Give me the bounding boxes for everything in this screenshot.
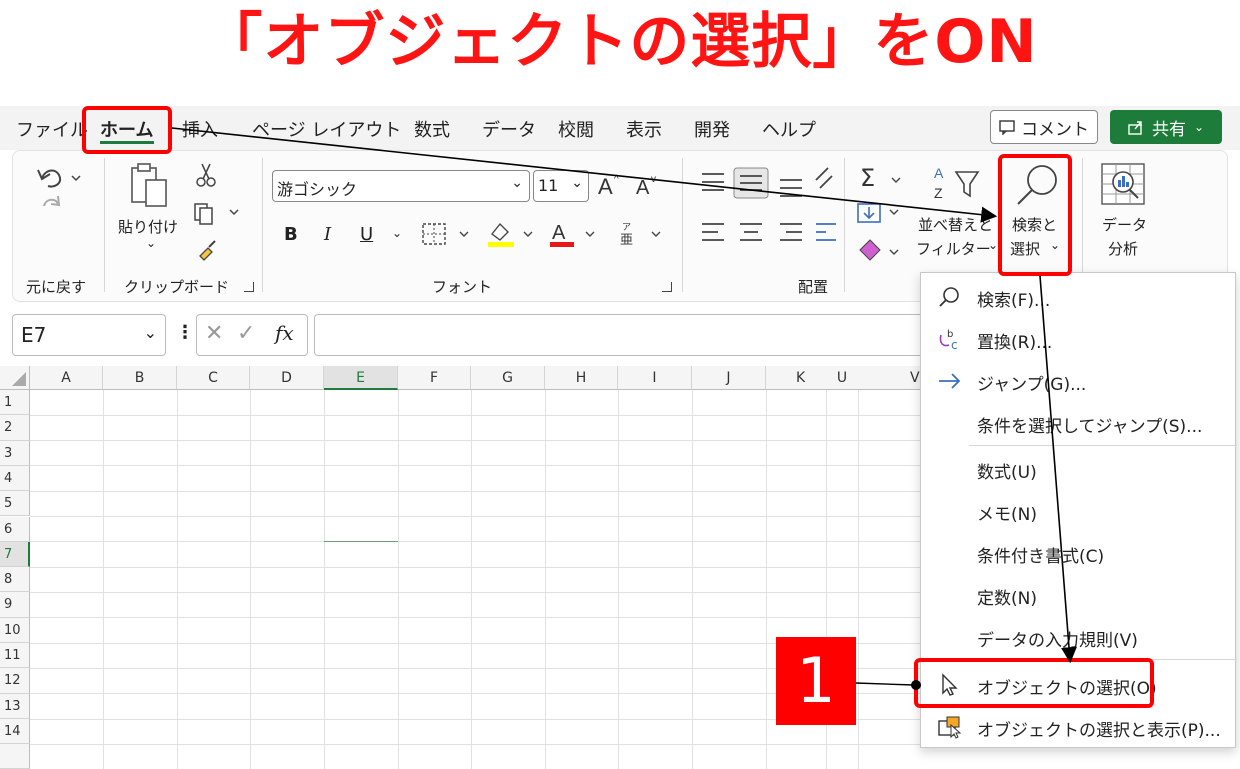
annotation-arrows <box>171 127 1077 690</box>
arrow-home-to-find <box>171 127 998 223</box>
badge-connector-line <box>855 682 915 686</box>
arrow-find-to-select-objects <box>1039 275 1077 664</box>
badge-connector-dot <box>911 680 921 690</box>
